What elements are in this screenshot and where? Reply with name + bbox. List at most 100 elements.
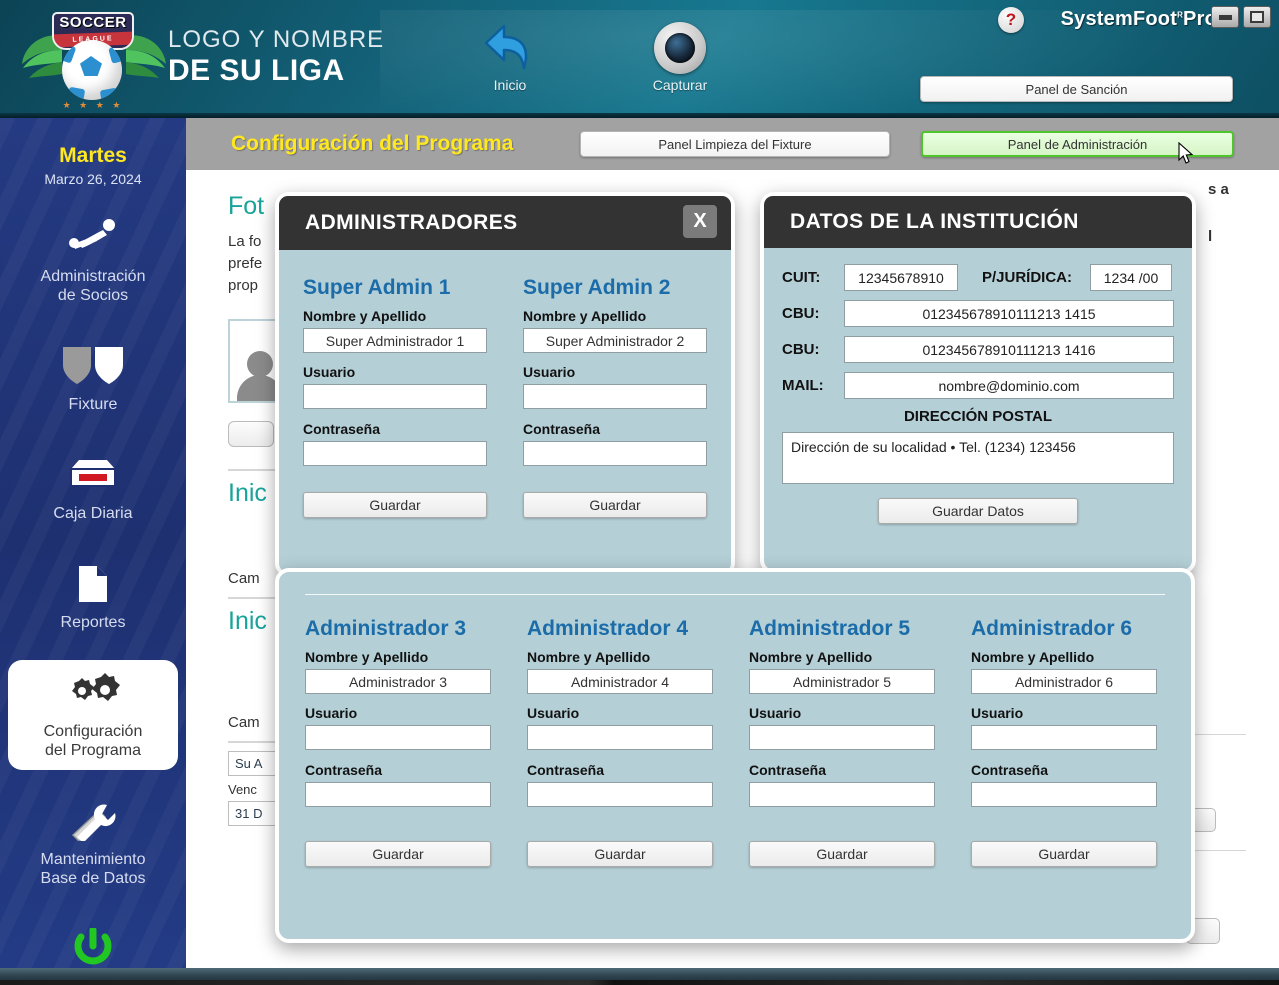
document-icon xyxy=(4,559,182,609)
administrador-3-contrasena-label: Contraseña xyxy=(305,762,383,778)
sidebar-date: Marzo 26, 2024 xyxy=(44,171,142,187)
administrador-5-usuario-label: Usuario xyxy=(749,705,802,721)
sidebar-label-administracion-de-socios: Administración de Socios xyxy=(40,268,146,304)
sidebar-item-fixture[interactable]: Fixture xyxy=(0,333,186,424)
super-admin-2-save-button[interactable]: Guardar xyxy=(523,492,707,518)
administrador-4-contrasena-label: Contraseña xyxy=(527,762,605,778)
administrador-4-nombre-label: Nombre y Apellido xyxy=(527,649,651,665)
datos-institucion-dialog: DATOS DE LA INSTITUCIÓN CUIT: 1234567891… xyxy=(760,192,1196,574)
super-admin-2-contrasena-input[interactable] xyxy=(523,441,707,466)
cbu1-input[interactable]: 012345678910111213 1415 xyxy=(844,300,1174,327)
bg-fragment-right-1: s a xyxy=(1208,181,1229,198)
league-name: LOGO Y NOMBRE DE SU LIGA xyxy=(168,26,384,88)
sidebar-label-reportes: Reportes xyxy=(60,614,126,631)
super-admin-2-nombre-label: Nombre y Apellido xyxy=(523,308,647,324)
administrador-4-contrasena-input[interactable] xyxy=(527,782,713,807)
administrador-6-nombre-input[interactable]: Administrador 6 xyxy=(971,669,1157,694)
administrador-5-contrasena-input[interactable] xyxy=(749,782,935,807)
cash-box-icon xyxy=(4,450,182,500)
administrador-4-save-button[interactable]: Guardar xyxy=(527,841,713,867)
juridica-label: P/JURÍDICA: xyxy=(982,269,1073,286)
inicio-label: Inicio xyxy=(493,77,527,93)
super-admin-1-usuario-input[interactable] xyxy=(303,384,487,409)
administradores-dialog-title: ADMINISTRADORES xyxy=(305,211,518,234)
brand-logo: SystemFootRPro xyxy=(1061,8,1217,31)
power-icon xyxy=(4,924,182,968)
administrador-6-column: Administrador 6 Nombre y Apellido Admini… xyxy=(971,617,1157,867)
maximize-icon[interactable] xyxy=(1243,6,1271,28)
super-admin-1-usuario-label: Usuario xyxy=(303,364,356,380)
panel-administracion-button[interactable]: Panel de Administración xyxy=(921,131,1234,157)
administrador-3-contrasena-input[interactable] xyxy=(305,782,491,807)
super-admin-columns: Super Admin 1 Nombre y Apellido Super Ad… xyxy=(279,250,731,518)
administrador-3-nombre-input[interactable]: Administrador 3 xyxy=(305,669,491,694)
sidebar-item-reportes[interactable]: Reportes xyxy=(0,551,186,642)
administrador-3-usuario-input[interactable] xyxy=(305,725,491,750)
administrador-6-save-button[interactable]: Guardar xyxy=(971,841,1157,867)
cbu2-input[interactable]: 012345678910111213 1416 xyxy=(844,336,1174,363)
panel-limpieza-fixture-button[interactable]: Panel Limpieza del Fixture xyxy=(580,131,890,157)
sidebar-item-mantenimiento-base-de-datos[interactable]: Mantenimiento Base de Datos xyxy=(0,788,186,898)
photo-upload-button[interactable] xyxy=(228,421,274,447)
league-logo: SOCCER LEAGUE ★ ★ ★ ★ ★ xyxy=(18,8,168,118)
capturar-button[interactable]: Capturar xyxy=(630,22,730,93)
mail-input[interactable]: nombre@dominio.com xyxy=(844,372,1174,399)
administrador-4-usuario-label: Usuario xyxy=(527,705,580,721)
shields-icon xyxy=(4,341,182,391)
cuit-input[interactable]: 12345678910 xyxy=(844,264,958,291)
administrador-3-column: Administrador 3 Nombre y Apellido Admini… xyxy=(305,617,491,867)
administrador-3-nombre-label: Nombre y Apellido xyxy=(305,649,429,665)
administrador-6-usuario-label: Usuario xyxy=(971,705,1024,721)
sidebar-label-fixture: Fixture xyxy=(68,396,118,413)
inicio-button[interactable]: Inicio xyxy=(462,22,558,93)
sidebar: Martes Marzo 26, 2024 Administración de … xyxy=(0,118,186,968)
application-window: SOCCER LEAGUE ★ ★ ★ ★ ★ LOGO Y NOMBRE DE… xyxy=(0,0,1279,985)
cuit-label: CUIT: xyxy=(782,269,821,286)
sidebar-item-caja-diaria[interactable]: Caja Diaria xyxy=(0,442,186,533)
juridica-input[interactable]: 1234 /00 xyxy=(1090,264,1172,291)
administrador-5-contrasena-label: Contraseña xyxy=(749,762,827,778)
super-admin-1-save-button[interactable]: Guardar xyxy=(303,492,487,518)
cbu1-label: CBU: xyxy=(782,305,820,322)
cuit-row: CUIT: 12345678910 P/JURÍDICA: 1234 /00 xyxy=(782,264,1174,291)
administrador-6-contrasena-input[interactable] xyxy=(971,782,1157,807)
sidebar-item-configuracion-del-programa[interactable]: Configuración del Programa xyxy=(8,660,178,770)
sidebar-item-salir-del-programa[interactable]: Salir del Programa xyxy=(0,916,186,968)
super-admin-1-contrasena-input[interactable] xyxy=(303,441,487,466)
panel-sancion-button[interactable]: Panel de Sanción xyxy=(920,76,1233,102)
brand-name: SystemFoot xyxy=(1060,8,1178,30)
datos-institucion-titlebar: DATOS DE LA INSTITUCIÓN xyxy=(764,196,1192,248)
minimize-icon[interactable] xyxy=(1211,6,1239,28)
administrador-3-usuario-label: Usuario xyxy=(305,705,358,721)
super-admin-2-usuario-input[interactable] xyxy=(523,384,707,409)
administrador-5-usuario-input[interactable] xyxy=(749,725,935,750)
super-admin-2-nombre-input[interactable]: Super Administrador 2 xyxy=(523,328,707,353)
super-admin-2-contrasena-label: Contraseña xyxy=(523,421,601,437)
administrador-4-usuario-input[interactable] xyxy=(527,725,713,750)
cbu1-row: CBU: 012345678910111213 1415 xyxy=(782,300,1174,327)
administrador-5-nombre-input[interactable]: Administrador 5 xyxy=(749,669,935,694)
page-title: Configuración del Programa xyxy=(231,132,514,155)
super-admin-1-nombre-input[interactable]: Super Administrador 1 xyxy=(303,328,487,353)
administrador-5-save-button[interactable]: Guardar xyxy=(749,841,935,867)
capturar-label: Capturar xyxy=(652,77,708,93)
soccer-ball-icon xyxy=(62,40,122,100)
administrador-5-column: Administrador 5 Nombre y Apellido Admini… xyxy=(749,617,935,867)
direccion-postal-textarea[interactable]: Dirección de su localidad • Tel. (1234) … xyxy=(782,432,1174,484)
mail-label: MAIL: xyxy=(782,377,824,394)
super-admin-1-nombre-label: Nombre y Apellido xyxy=(303,308,427,324)
administrador-3-save-button[interactable]: Guardar xyxy=(305,841,491,867)
help-icon[interactable]: ? xyxy=(998,7,1024,33)
league-name-line1: LOGO Y NOMBRE xyxy=(168,26,385,53)
administrador-4-nombre-input[interactable]: Administrador 4 xyxy=(527,669,713,694)
close-icon[interactable]: X xyxy=(683,205,717,238)
top-header: SOCCER LEAGUE ★ ★ ★ ★ ★ LOGO Y NOMBRE DE… xyxy=(0,0,1279,118)
league-name-line2: DE SU LIGA xyxy=(168,54,345,87)
super-admin-2-usuario-label: Usuario xyxy=(523,364,576,380)
tools-icon xyxy=(4,796,182,846)
desktop-taskbar xyxy=(0,968,1279,985)
administrador-6-usuario-input[interactable] xyxy=(971,725,1157,750)
super-admin-1-title: Super Admin 1 xyxy=(303,276,451,299)
guardar-datos-button[interactable]: Guardar Datos xyxy=(878,498,1078,524)
sidebar-item-administracion-de-socios[interactable]: Administración de Socios xyxy=(0,205,186,315)
